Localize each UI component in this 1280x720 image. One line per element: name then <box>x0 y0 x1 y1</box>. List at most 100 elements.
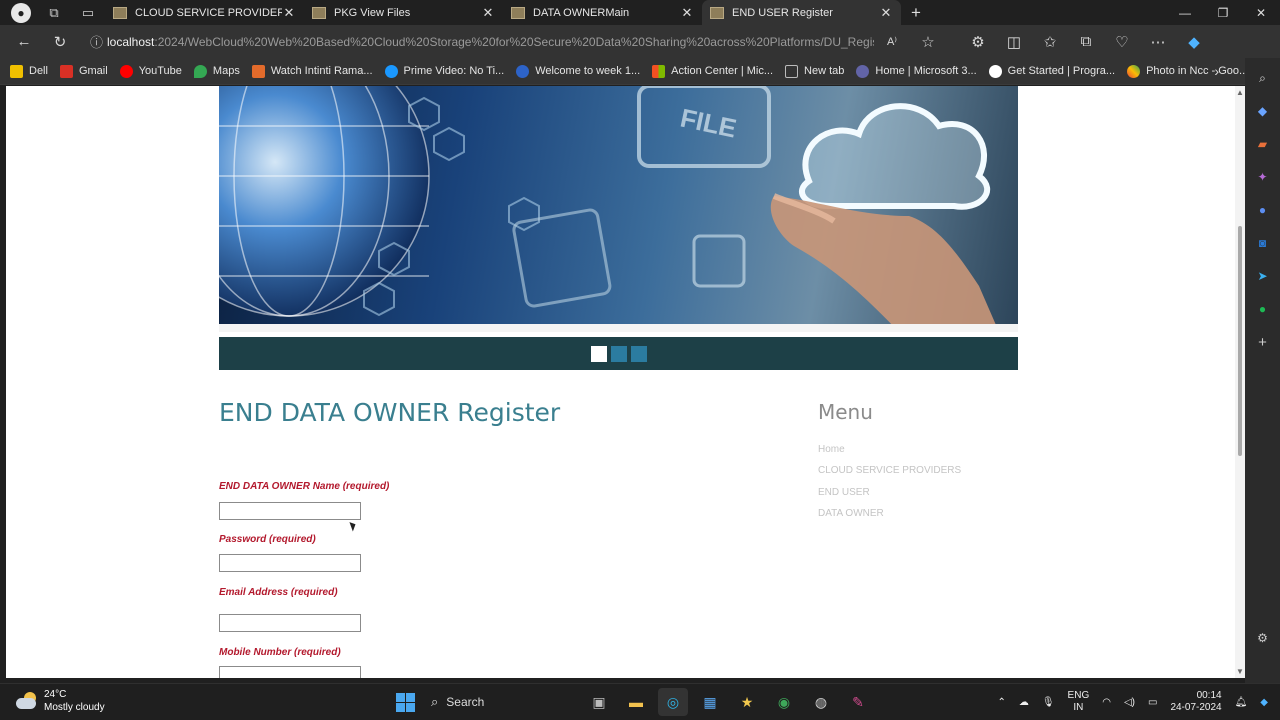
star-app-icon[interactable]: ★ <box>732 688 762 716</box>
sidebar-m365-icon[interactable]: ● <box>1252 199 1274 221</box>
mobile-input[interactable] <box>219 666 361 678</box>
sidebar-games-icon[interactable]: ✦ <box>1252 166 1274 188</box>
edge-browser-icon[interactable]: ◎ <box>658 688 688 716</box>
close-tab-icon[interactable]: ✕ <box>481 5 495 21</box>
bookmark-label: New tab <box>804 65 845 77</box>
bookmark-favicon-icon <box>10 64 23 78</box>
notifications-bell-icon[interactable]: 🔔︎ <box>1235 697 1248 708</box>
menu-item-end-user[interactable]: END USER <box>818 487 870 498</box>
bookmark-item[interactable]: New tab <box>785 64 845 78</box>
tab-cloud-service-providers[interactable]: CLOUD SERVICE PROVIDERS Ma ✕ <box>105 0 304 25</box>
battery-icon[interactable]: ▭ <box>1148 697 1157 708</box>
read-aloud-icon[interactable]: A⁾ <box>874 28 910 56</box>
password-input[interactable] <box>219 554 361 572</box>
copilot-icon[interactable]: ◆ <box>1176 28 1212 56</box>
name-field-label: END DATA OWNER Name (required) <box>219 481 390 492</box>
site-info-icon[interactable]: ⓘ <box>86 32 107 51</box>
file-explorer-icon[interactable]: ▬ <box>621 688 651 716</box>
onedrive-icon[interactable]: ☁ <box>1019 697 1029 708</box>
weather-widget[interactable]: 24°C Mostly cloudy <box>16 688 105 714</box>
volume-icon[interactable]: ◁) <box>1124 697 1135 708</box>
scrollbar-thumb[interactable] <box>1238 226 1242 456</box>
favorite-star-icon[interactable]: ☆ <box>910 28 946 56</box>
bookmark-item[interactable]: YouTube <box>119 64 182 78</box>
page-favicon-icon <box>113 6 127 19</box>
extensions-icon[interactable]: ⚙ <box>960 28 996 56</box>
bookmark-item[interactable]: Dell <box>10 64 48 78</box>
back-icon[interactable]: ← <box>6 28 42 56</box>
page-scrollbar[interactable]: ▲ ▼ <box>1235 86 1245 678</box>
close-window-icon[interactable]: ✕ <box>1242 0 1280 25</box>
bookmark-label: Watch Intinti Rama... <box>270 65 373 77</box>
bookmark-item[interactable]: Gmail <box>59 64 108 78</box>
sidebar-spotify-icon[interactable]: ● <box>1252 298 1274 320</box>
chrome-icon[interactable]: ◉ <box>769 688 799 716</box>
slide-dot[interactable] <box>630 345 647 362</box>
slide-dot[interactable] <box>610 345 627 362</box>
tab-title: CLOUD SERVICE PROVIDERS Ma <box>135 6 282 19</box>
tab-actions-icon[interactable]: ▭ <box>71 0 105 25</box>
more-menu-icon[interactable]: ⋯ <box>1140 28 1176 56</box>
sidebar-tag-icon[interactable]: ◆ <box>1252 100 1274 122</box>
menu-item-cloud-service-providers[interactable]: CLOUD SERVICE PROVIDERS <box>818 465 961 476</box>
close-tab-icon[interactable]: ✕ <box>282 5 296 21</box>
wifi-icon[interactable]: ◠ <box>1102 697 1111 708</box>
menu-item-data-owner[interactable]: DATA OWNER <box>818 508 884 519</box>
bookmark-item[interactable]: Get Started | Progra... <box>988 64 1115 78</box>
email-input[interactable] <box>219 614 361 632</box>
bookmark-item[interactable]: Action Center | Mic... <box>652 64 773 78</box>
profile-icon[interactable]: ● <box>11 2 31 23</box>
new-tab-button[interactable]: + <box>901 0 931 25</box>
workspaces-icon[interactable]: ⧉ <box>37 0 71 25</box>
tab-pkg-view-files[interactable]: PKG View Files ✕ <box>304 0 503 25</box>
restore-icon[interactable]: ❐ <box>1204 0 1242 25</box>
language-indicator[interactable]: ENG IN <box>1068 690 1090 714</box>
browser-essentials-icon[interactable]: ♡ <box>1104 28 1140 56</box>
bookmark-item[interactable]: Welcome to week 1... <box>516 64 641 78</box>
sidebar-tools-icon[interactable]: ▰ <box>1252 133 1274 155</box>
bookmark-item[interactable]: Maps <box>193 64 240 78</box>
bookmark-favicon-icon <box>988 64 1002 78</box>
name-input[interactable] <box>219 502 361 520</box>
bookmark-item[interactable]: Home | Microsoft 3... <box>856 64 977 78</box>
minimize-icon[interactable]: — <box>1166 0 1204 25</box>
svg-text:FILE: FILE <box>678 103 739 144</box>
menu-item-home[interactable]: Home <box>818 444 845 455</box>
sidebar-search-icon[interactable]: ⌕ <box>1252 67 1274 89</box>
sidebar-add-icon[interactable]: + <box>1252 331 1274 353</box>
start-windows-icon[interactable] <box>390 688 420 716</box>
sidebar-outlook-icon[interactable]: ◙ <box>1252 232 1274 254</box>
sidebar-settings-icon[interactable]: ⚙ <box>1252 627 1274 649</box>
tray-overflow-chevron-icon[interactable]: ⌃ <box>997 697 1005 708</box>
bookmark-label: Welcome to week 1... <box>535 65 641 77</box>
collections-icon[interactable]: ⧉ <box>1068 28 1104 56</box>
bookmark-label: Maps <box>212 65 240 77</box>
clock[interactable]: 00:14 24-07-2024 <box>1170 690 1221 714</box>
tab-data-owner-main[interactable]: DATA OWNERMain ✕ <box>503 0 702 25</box>
scroll-up-arrow-icon[interactable]: ▲ <box>1235 88 1245 97</box>
store-icon[interactable]: ▦ <box>695 688 725 716</box>
bookmarks-overflow-chevron-icon[interactable]: › <box>1214 63 1219 79</box>
pinned-app-icon[interactable]: ✎ <box>843 688 873 716</box>
close-tab-icon[interactable]: ✕ <box>680 5 694 21</box>
bookmark-favicon-icon <box>119 64 133 78</box>
bookmark-item[interactable]: Photo in Ncc - Goo... <box>1127 64 1248 78</box>
bookmark-item[interactable]: Watch Intinti Rama... <box>251 64 373 78</box>
split-screen-icon[interactable]: ◫ <box>996 28 1032 56</box>
favorites-icon[interactable]: ✩ <box>1032 28 1068 56</box>
url-path: :2024/WebCloud%20Web%20Based%20Cloud%20S… <box>154 34 874 49</box>
copilot-taskbar-icon[interactable]: ◆ <box>1260 697 1268 708</box>
refresh-icon[interactable]: ↻ <box>42 28 78 56</box>
scroll-down-arrow-icon[interactable]: ▼ <box>1235 667 1245 676</box>
tab-title: PKG View Files <box>334 6 411 19</box>
bookmark-item[interactable]: Prime Video: No Ti... <box>384 64 504 78</box>
address-bar[interactable]: ⓘ localhost:2024/WebCloud%20Web%20Based%… <box>86 28 946 56</box>
close-tab-icon[interactable]: ✕ <box>879 5 893 21</box>
tab-end-user-register[interactable]: END USER Register ✕ <box>702 0 901 25</box>
task-view-icon[interactable]: ▣ <box>584 688 614 716</box>
taskbar-search[interactable]: ⌕ Search <box>427 688 577 716</box>
slide-dot[interactable] <box>590 345 607 362</box>
chrome-profile-icon[interactable]: ◍ <box>806 688 836 716</box>
microphone-icon[interactable]: 🎙 <box>1042 697 1055 708</box>
sidebar-drop-icon[interactable]: ➤ <box>1252 265 1274 287</box>
